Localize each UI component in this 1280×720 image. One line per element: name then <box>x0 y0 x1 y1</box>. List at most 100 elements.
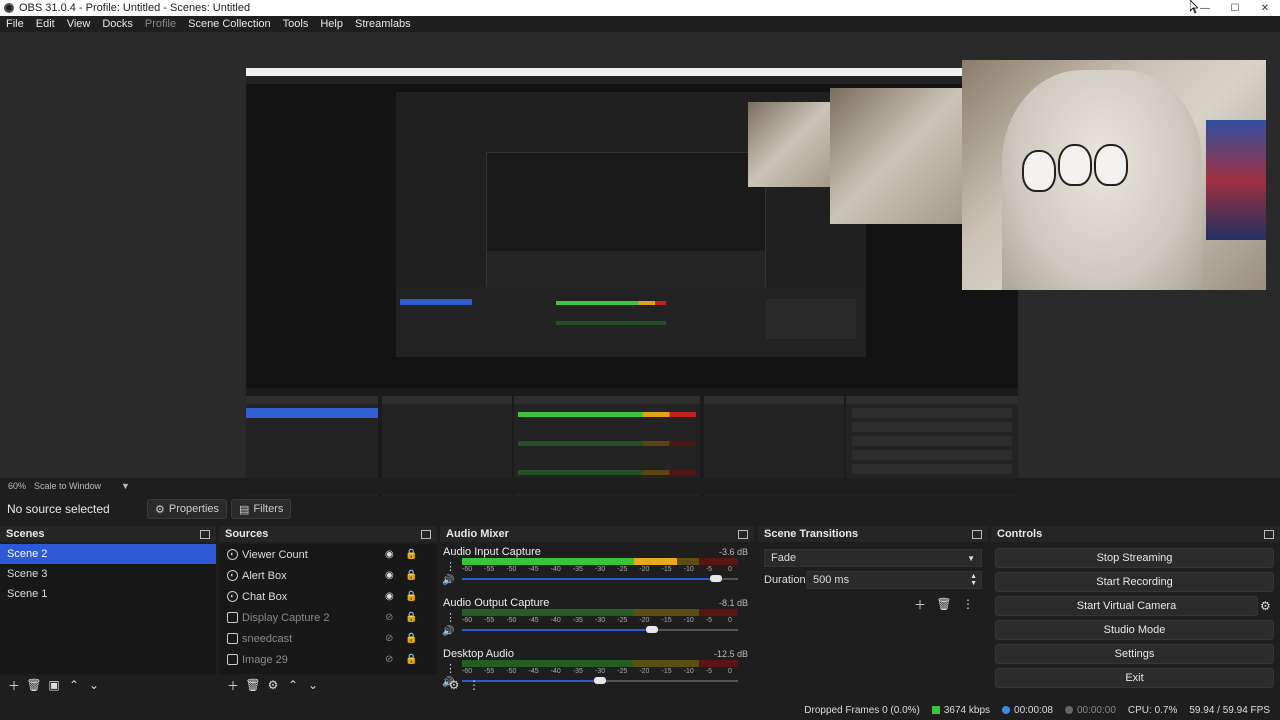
speaker-icon[interactable]: 🔊 <box>442 626 454 637</box>
menu-scene-collection[interactable]: Scene Collection <box>182 18 277 30</box>
menu-streamlabs[interactable]: Streamlabs <box>349 18 417 30</box>
webcam-feed-nested-small <box>748 102 830 187</box>
eye-hidden-icon[interactable]: ⊘ <box>385 633 393 644</box>
tick-label: -35 <box>572 566 583 573</box>
eye-hidden-icon[interactable]: ⊘ <box>385 612 393 623</box>
meter-ticks: -60 -55 -50 -45 -40 -35 -30 -25 -20 -15 -10 -5 0 <box>462 617 738 625</box>
menu-help[interactable]: Help <box>314 18 349 30</box>
move-up-button[interactable]: ⌃ <box>283 676 303 694</box>
lock-icon[interactable]: 🔒 <box>405 570 417 581</box>
recursive-title-bar <box>246 68 1018 76</box>
lock-icon[interactable]: 🔒 <box>405 591 417 602</box>
undock-icon[interactable] <box>738 529 748 539</box>
source-item[interactable]: ◐ Chat Box ◉ 🔒 <box>219 586 437 607</box>
meter-ticks: -60 -55 -50 -45 -40 -35 -30 -25 -20 -15 -10 -5 0 <box>462 566 738 574</box>
scene-item[interactable]: Scene 1 <box>0 584 216 604</box>
remove-transition-button[interactable]: 🗑 <box>934 595 954 613</box>
close-button[interactable]: ✕ <box>1250 0 1280 16</box>
duration-value: 500 ms <box>813 574 850 586</box>
move-down-button[interactable]: ⌄ <box>303 676 323 694</box>
chevron-down-icon[interactable]: ▼ <box>121 481 130 491</box>
move-up-button[interactable]: ⌃ <box>64 676 84 694</box>
advanced-audio-button[interactable]: ⚙ <box>444 676 464 694</box>
eye-icon[interactable]: ◉ <box>385 570 394 581</box>
lock-icon[interactable]: 🔒 <box>405 549 417 560</box>
filter-icon: ▤ <box>239 503 250 516</box>
remove-source-button[interactable]: 🗑 <box>243 676 263 694</box>
scene-item[interactable]: Scene 2 <box>0 544 216 564</box>
speaker-icon[interactable]: 🔊 <box>442 575 454 586</box>
menu-view[interactable]: View <box>61 18 97 30</box>
exit-button[interactable]: Exit <box>995 668 1274 688</box>
status-bar: Dropped Frames 0 (0.0%) 3674 kbps 00:00:… <box>0 700 1280 720</box>
undock-icon[interactable] <box>972 529 982 539</box>
add-scene-button[interactable]: ＋ <box>4 676 24 694</box>
source-item[interactable]: ◐ Viewer Count ◉ 🔒 <box>219 544 437 565</box>
settings-button[interactable]: Settings <box>995 644 1274 664</box>
eye-icon[interactable]: ◉ <box>385 549 394 560</box>
start-virtual-camera-button[interactable]: Start Virtual Camera <box>995 596 1258 616</box>
channel-menu-icon[interactable]: ⋮ <box>445 560 456 573</box>
eye-hidden-icon[interactable]: ⊘ <box>385 654 393 665</box>
scene-filters-button[interactable]: ▣ <box>44 676 64 694</box>
transition-menu-button[interactable]: ⋮ <box>958 595 978 613</box>
tick-label: -40 <box>550 617 561 624</box>
source-item[interactable]: sneedcast ⊘ 🔒 <box>219 628 437 649</box>
tick-label: -10 <box>683 566 694 573</box>
source-item[interactable]: ◐ Alert Box ◉ 🔒 <box>219 565 437 586</box>
menu-file[interactable]: File <box>0 18 30 30</box>
volume-slider[interactable] <box>462 626 738 633</box>
start-recording-button[interactable]: Start Recording <box>995 572 1274 592</box>
filters-button[interactable]: ▤ Filters <box>231 499 292 519</box>
gear-icon[interactable]: ⚙ <box>1260 599 1280 613</box>
slider-handle[interactable] <box>646 626 659 633</box>
lock-icon[interactable]: 🔒 <box>405 633 417 644</box>
stop-streaming-button[interactable]: Stop Streaming <box>995 548 1274 568</box>
controls-dock: Controls Stop Streaming Start Recording … <box>991 526 1280 696</box>
scene-item[interactable]: Scene 3 <box>0 564 216 584</box>
menu-profile[interactable]: Profile <box>139 18 182 30</box>
tick-label: -40 <box>550 566 561 573</box>
tick-label: -20 <box>639 566 650 573</box>
mixer-menu-button[interactable]: ⋮ <box>464 676 484 694</box>
channel-db: -12.5 dB <box>713 649 748 659</box>
volume-slider[interactable] <box>462 575 738 582</box>
lock-icon[interactable]: 🔒 <box>405 654 417 665</box>
audio-mixer-dock: Audio Mixer Audio Input Capture -3.6 dB ⋮ 🔊… <box>440 526 754 696</box>
tick-label: -55 <box>484 617 495 624</box>
add-source-button[interactable]: ＋ <box>223 676 243 694</box>
lock-icon[interactable]: 🔒 <box>405 612 417 623</box>
source-item[interactable]: Image 29 ⊘ 🔒 <box>219 649 437 670</box>
slider-handle[interactable] <box>709 575 722 582</box>
duration-input[interactable]: 500 ms ▲ ▼ <box>806 571 982 589</box>
undock-icon[interactable] <box>421 529 431 539</box>
sources-list: ◐ Viewer Count ◉ 🔒 ◐ Alert Box ◉ 🔒 ◐ Cha… <box>219 544 437 674</box>
add-transition-button[interactable]: ＋ <box>910 595 930 613</box>
menu-docks[interactable]: Docks <box>96 18 139 30</box>
webcam-feed[interactable] <box>962 60 1266 290</box>
source-label: Chat Box <box>242 590 288 603</box>
maximize-button[interactable]: ☐ <box>1220 0 1250 16</box>
properties-button[interactable]: ⚙ Properties <box>147 499 228 519</box>
remove-scene-button[interactable]: 🗑 <box>24 676 44 694</box>
source-item[interactable]: Display Capture 2 ⊘ 🔒 <box>219 607 437 628</box>
undock-icon[interactable] <box>1264 529 1274 539</box>
menu-edit[interactable]: Edit <box>30 18 61 30</box>
streaming-icon <box>1002 706 1011 714</box>
transition-select[interactable]: Fade ▼ <box>764 549 982 567</box>
spinner-arrows-icon[interactable]: ▲ ▼ <box>970 573 977 587</box>
studio-mode-button[interactable]: Studio Mode <box>995 620 1274 640</box>
source-properties-button[interactable]: ⚙ <box>263 676 283 694</box>
move-down-button[interactable]: ⌄ <box>84 676 104 694</box>
eye-icon[interactable]: ◉ <box>385 591 394 602</box>
duration-label: Duration <box>764 574 806 586</box>
volume-meter <box>462 660 738 667</box>
scale-mode-select[interactable]: Scale to Window <box>34 481 101 491</box>
undock-icon[interactable] <box>200 529 210 539</box>
sources-dock: Sources ◐ Viewer Count ◉ 🔒 ◐ Alert Box ◉… <box>219 526 437 696</box>
channel-menu-icon[interactable]: ⋮ <box>445 611 456 624</box>
preview-area[interactable] <box>0 32 1280 508</box>
menu-tools[interactable]: Tools <box>277 18 315 30</box>
tick-label: 0 <box>728 617 732 624</box>
image-icon <box>227 633 238 644</box>
